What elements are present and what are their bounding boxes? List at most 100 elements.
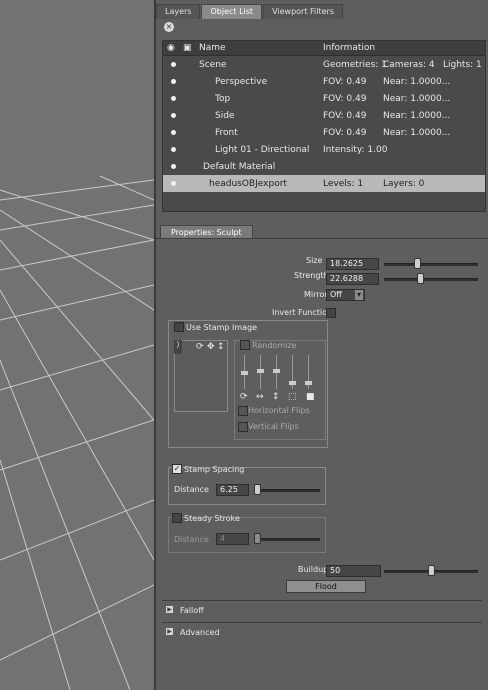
object-info: FOV: 0.49 bbox=[323, 77, 367, 87]
advanced-label: Advanced bbox=[180, 628, 220, 637]
object-list-row[interactable]: Scene Geometries: 1 Cameras: 4 Lights: 1 bbox=[163, 56, 485, 73]
random-strength-icon: ■ bbox=[306, 392, 315, 402]
random-scale-icon: ⬚ bbox=[288, 392, 297, 402]
object-list-row[interactable]: headusOBJexport Levels: 1 Layers: 0 bbox=[163, 175, 485, 192]
steady-distance-slider-knob[interactable] bbox=[254, 533, 262, 544]
chevron-down-icon[interactable]: ▾ bbox=[355, 290, 363, 300]
mirror-label: Mirror bbox=[304, 290, 328, 299]
object-list-row[interactable]: Side FOV: 0.49 Near: 1.0000... bbox=[163, 107, 485, 124]
expand-arrow-icon: ▶ bbox=[166, 628, 173, 635]
size-slider[interactable] bbox=[384, 263, 478, 266]
vertical-flips-label: Vertical Flips bbox=[248, 422, 299, 431]
random-rotate-icon: ⟳ bbox=[240, 392, 248, 402]
move-icon[interactable]: ✥ bbox=[207, 342, 215, 352]
invert-function-checkbox[interactable] bbox=[326, 308, 336, 318]
information-column-header[interactable]: Information bbox=[323, 43, 375, 53]
invert-function-label: Invert Function bbox=[272, 308, 333, 317]
tab-properties-sculpt[interactable]: Properties: Sculpt bbox=[160, 225, 253, 239]
stamp-spacing-label: Stamp Spacing bbox=[184, 465, 245, 474]
randomize-checkbox[interactable] bbox=[240, 340, 250, 350]
visibility-icon[interactable] bbox=[171, 62, 176, 67]
object-info: FOV: 0.49 bbox=[323, 111, 367, 121]
strength-field[interactable]: 22.6288 bbox=[326, 273, 379, 285]
flood-button[interactable]: Flood bbox=[286, 580, 366, 593]
distance-slider[interactable] bbox=[254, 489, 320, 492]
use-stamp-image-checkbox[interactable] bbox=[174, 322, 184, 332]
use-stamp-image-label: Use Stamp Image bbox=[186, 323, 258, 332]
object-list-row[interactable]: Front FOV: 0.49 Near: 1.0000... bbox=[163, 124, 485, 141]
distance-slider-knob[interactable] bbox=[254, 484, 262, 495]
visibility-icon[interactable] bbox=[171, 96, 176, 101]
object-name: Default Material bbox=[203, 162, 276, 172]
object-info: Intensity: 1.00 bbox=[323, 145, 388, 155]
horizontal-flips-checkbox[interactable] bbox=[238, 406, 248, 416]
mirror-select[interactable]: Off ▾ bbox=[326, 289, 365, 301]
falloff-section[interactable]: ▶ Falloff bbox=[162, 600, 482, 615]
vertical-flips-checkbox[interactable] bbox=[238, 422, 248, 432]
object-info: Near: 1.0000... bbox=[383, 128, 451, 138]
object-name: Perspective bbox=[215, 77, 268, 87]
object-info: Layers: 0 bbox=[383, 179, 425, 189]
buildup-slider-knob[interactable] bbox=[428, 565, 435, 576]
close-icon[interactable]: × bbox=[164, 22, 174, 32]
falloff-label: Falloff bbox=[180, 606, 204, 615]
mirror-value: Off bbox=[330, 290, 342, 299]
name-column-header[interactable]: Name bbox=[199, 43, 226, 53]
distance-field[interactable]: 6.25 bbox=[216, 484, 249, 496]
distance-label: Distance bbox=[174, 485, 209, 494]
eye-icon[interactable]: ◉ bbox=[167, 43, 175, 53]
object-list-row[interactable]: Default Material bbox=[163, 158, 485, 175]
randomize-sliders[interactable] bbox=[240, 355, 320, 391]
randomize-label: Randomize bbox=[252, 341, 297, 350]
object-name: Front bbox=[215, 128, 238, 138]
tab-viewport-filters[interactable]: Viewport Filters bbox=[263, 4, 343, 19]
visibility-icon[interactable] bbox=[171, 79, 176, 84]
rotate-icon[interactable]: ⟳ bbox=[196, 342, 204, 352]
steady-stroke-label: Steady Stroke bbox=[184, 514, 240, 523]
strength-slider[interactable] bbox=[384, 278, 478, 281]
size-slider-knob[interactable] bbox=[413, 258, 421, 269]
object-list-row[interactable]: Light 01 - Directional Intensity: 1.00 bbox=[163, 141, 485, 158]
object-name: Scene bbox=[199, 60, 227, 70]
visibility-icon[interactable] bbox=[171, 130, 176, 135]
buildup-field[interactable]: 50 bbox=[326, 565, 381, 577]
object-list-row[interactable]: Perspective FOV: 0.49 Near: 1.0000... bbox=[163, 73, 485, 90]
right-panel: Layers Object List Viewport Filters × ◉ … bbox=[154, 0, 488, 690]
visibility-icon[interactable] bbox=[171, 147, 176, 152]
object-info: Levels: 1 bbox=[323, 179, 364, 189]
tab-layers[interactable]: Layers bbox=[156, 4, 201, 19]
stamp-spacing-checkbox[interactable]: ✓ bbox=[172, 464, 182, 474]
steady-stroke-checkbox[interactable] bbox=[172, 513, 182, 523]
object-info: FOV: 0.49 bbox=[323, 94, 367, 104]
object-list: ◉ ▣ Name Information Scene Geometries: 1C… bbox=[162, 40, 486, 212]
object-name: Light 01 - Directional bbox=[215, 145, 310, 155]
expand-arrow-icon: ▶ bbox=[166, 606, 173, 613]
steady-distance-label: Distance bbox=[174, 535, 209, 544]
lock-icon[interactable]: ▣ bbox=[183, 43, 192, 53]
object-info: Near: 1.0000... bbox=[383, 77, 451, 87]
visibility-icon[interactable] bbox=[171, 164, 176, 169]
visibility-icon[interactable] bbox=[171, 181, 176, 186]
3d-viewport[interactable] bbox=[0, 0, 154, 690]
visibility-icon[interactable] bbox=[171, 113, 176, 118]
size-label: Size bbox=[306, 256, 323, 265]
viewport-grid bbox=[0, 175, 154, 690]
object-list-row[interactable]: Top FOV: 0.49 Near: 1.0000... bbox=[163, 90, 485, 107]
stamp-side-icon[interactable]: ⟩ bbox=[174, 340, 182, 354]
panel-tabs: Layers Object List Viewport Filters bbox=[156, 4, 344, 19]
horizontal-flips-label: Horizontal Flips bbox=[248, 406, 310, 415]
steady-distance-slider[interactable] bbox=[254, 538, 320, 541]
strength-slider-knob[interactable] bbox=[416, 273, 424, 284]
object-name: Top bbox=[215, 94, 231, 104]
object-info: Near: 1.0000... bbox=[383, 111, 451, 121]
object-info: Cameras: 4 bbox=[383, 60, 435, 70]
advanced-section[interactable]: ▶ Advanced bbox=[162, 622, 482, 637]
object-info: FOV: 0.49 bbox=[323, 128, 367, 138]
flip-vertical-icon[interactable]: ↕ bbox=[217, 342, 225, 352]
object-name: Side bbox=[215, 111, 235, 121]
tab-object-list[interactable]: Object List bbox=[201, 4, 263, 19]
random-vertical-icon: ↕ bbox=[272, 392, 280, 402]
size-field[interactable]: 18.2625 bbox=[326, 258, 379, 270]
object-info: Near: 1.0000... bbox=[383, 94, 451, 104]
steady-distance-field[interactable]: 4 bbox=[216, 533, 249, 545]
